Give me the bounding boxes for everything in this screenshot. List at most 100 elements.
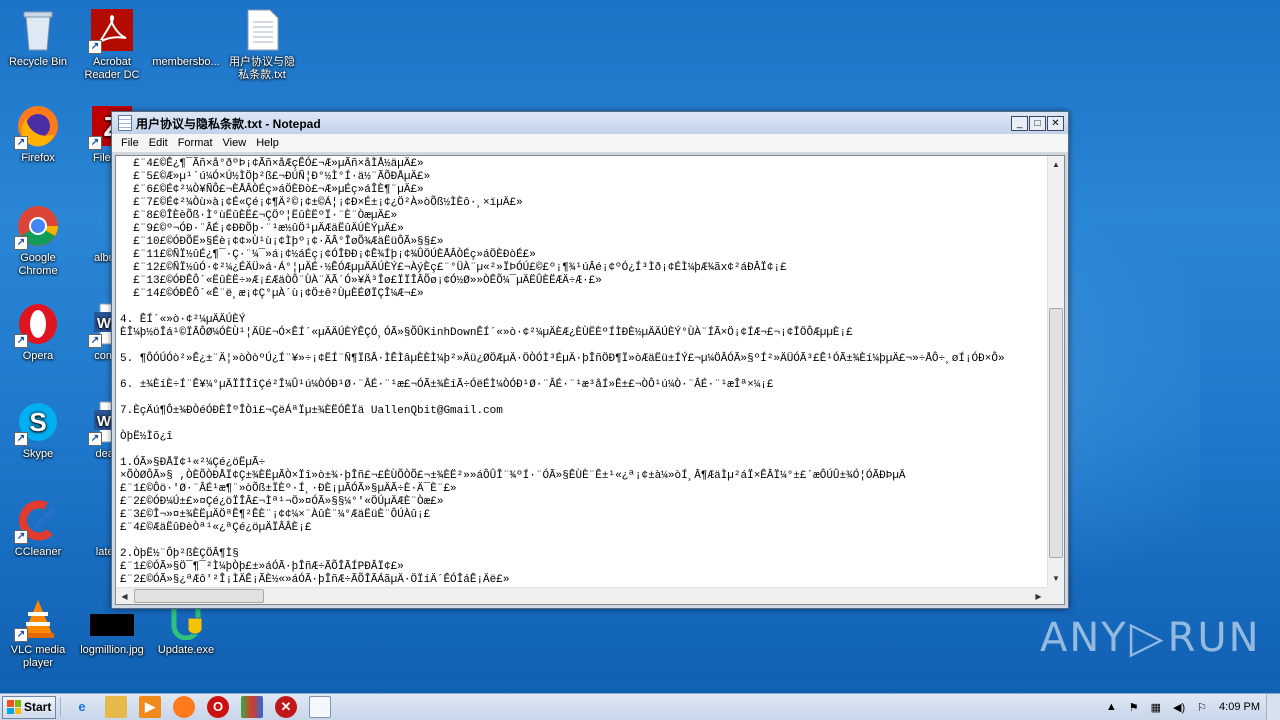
text-line: £¨6£©É¢²¼Ò¥ÑÔ£¬ÈÅÂÒÉç»áÖÈÐò£¬Æ»µÉç»áÎÈ¶¨…	[120, 184, 424, 196]
network-icon[interactable]: ▦	[1151, 701, 1161, 714]
text-line	[120, 535, 1047, 548]
notepad-icon	[118, 115, 132, 131]
close-button[interactable]: ✕	[1047, 115, 1064, 131]
desktop-icon-skype[interactable]: S ↗ Skype	[0, 400, 76, 461]
desktop-icon-recycle-bin[interactable]: Recycle Bin	[0, 8, 76, 69]
desktop-icon-label: CCleaner	[14, 546, 62, 558]
text-line: 2.ÒþË½¨Ôþ²ßÈÇÖÂ¶Ì§	[120, 548, 239, 560]
media-player-icon[interactable]: ▶	[139, 696, 161, 718]
text-line	[120, 392, 1047, 405]
scroll-left-icon[interactable]: ◀	[116, 588, 133, 605]
minimize-button[interactable]: _	[1011, 115, 1028, 131]
watermark-right: RUN	[1167, 614, 1261, 661]
clock[interactable]: 4:09 PM	[1219, 701, 1260, 713]
error-app-icon[interactable]: ✕	[275, 696, 297, 718]
text-line: £¨14£©ÓÐÊÔ´«Ê¨ë¸æ¡¢Ç°µÀ´ù¡¢Ö±ê²ÙµÈÉØÏÇÎ¼…	[120, 288, 424, 300]
text-line	[120, 418, 1047, 431]
text-line: 6. ±¾ÈíÈ÷Í¨Ê¥¼°µÄÏÎÎîÇé²Î¼Û¹ú¼ÒÓÐ¹Ø·¨ÂÉ·…	[120, 379, 774, 391]
text-area[interactable]: £¨4£©Ê¿¶¯Ãñ×å°ðºÞ¡¢Ãñ×åÆçÊÓ£¬Æ»µÃñ×åÌÅ½ä…	[116, 156, 1047, 587]
text-line: £¨10£©ÓÐÕË»§Éè¡¢¢»Ù¹ù¡¢Ìþº¡¢·ÃÂ°ÎøÕ¾ÆäËü…	[120, 236, 444, 248]
scroll-right-icon[interactable]: ▶	[1030, 588, 1047, 605]
desktop-icon-label: Firefox	[21, 152, 55, 164]
shortcut-arrow-icon: ↗	[88, 432, 102, 446]
skype-icon: S ↗	[14, 400, 60, 446]
start-label: Start	[24, 700, 52, 714]
explorer-folder-icon[interactable]	[105, 696, 127, 718]
shortcut-arrow-icon: ↗	[14, 628, 28, 642]
acrobat-icon: ↗	[88, 8, 134, 54]
anyrun-watermark: ANY ▷ RUN	[1040, 612, 1261, 663]
volume-icon[interactable]: ◀)	[1173, 701, 1185, 714]
start-button[interactable]: Start	[2, 695, 56, 719]
opera-taskbar-icon[interactable]: O	[207, 696, 229, 718]
desktop-icon-firefox[interactable]: ↗ Firefox	[0, 104, 76, 165]
text-line: 1.ÓÃ»§ÐÅÏ¢¹«²¼Çé¿öËµÃ÷	[120, 457, 266, 469]
svg-text:W: W	[97, 315, 112, 332]
desktop-icon-label: Acrobat Reader DC	[84, 56, 140, 81]
watermark-left: ANY	[1040, 614, 1128, 661]
text-line: £¨12£©ÑÏ½ûÓ·¢²¼¿ÉÄÜ»á·Á°¦µÄÉ·½ÊÓÆµµÄÄÚÈÝ…	[120, 262, 787, 274]
menu-format[interactable]: Format	[173, 137, 218, 149]
text-line: ÈÎ¼þ½öÎá¹©ÏÂÔØ¼ÓÈÙ¹¦ÄÜ£¬Ó×ÊÍ´«µÄÄÚÈÝÊÇÓ¸…	[120, 327, 853, 339]
show-desktop-button[interactable]	[1266, 694, 1280, 720]
text-line	[120, 340, 1047, 353]
desktop-icon-ccleaner[interactable]: ↗ CCleaner	[0, 498, 76, 559]
desktop-icon-agreement-txt[interactable]: 用户协议与隐私条款.txt	[224, 8, 300, 82]
svg-text:S: S	[29, 407, 46, 437]
windows-logo-icon	[7, 700, 21, 714]
desktop-icon-label: Recycle Bin	[8, 56, 68, 68]
desktop-icon-label: Update.exe	[157, 644, 215, 656]
window-title: 用户协议与隐私条款.txt - Notepad	[136, 116, 321, 131]
editor[interactable]: £¨4£©Ê¿¶¯Ãñ×å°ðºÞ¡¢Ãñ×åÆçÊÓ£¬Æ»µÃñ×åÌÅ½ä…	[115, 155, 1065, 605]
text-line: £¨9£©º¬ÓÐ·¨ÂÉ¡¢ÐÐÕþ·¨¹æ½ûÖ¹µÄÆäËûÄÚÈÝµÄ£…	[120, 223, 404, 235]
desktop-icon-chrome[interactable]: ↗ Google Chrome	[0, 204, 76, 278]
firefox-icon: ↗	[14, 104, 60, 150]
taskbar-separator	[60, 697, 61, 717]
system-tray: ▲ ⚑ ▦ ◀) ⚐ 4:09 PM	[1100, 694, 1280, 720]
desktop-icon-acrobat[interactable]: ↗ Acrobat Reader DC	[74, 8, 150, 82]
desktop-icon-vlc[interactable]: ↗ VLC media player	[0, 596, 76, 670]
internet-explorer-icon[interactable]: e	[71, 696, 93, 718]
shortcut-arrow-icon: ↗	[88, 136, 102, 150]
desktop-icon-label: VLC media player	[10, 644, 66, 669]
scroll-down-icon[interactable]: ▼	[1048, 570, 1064, 587]
text-line: £¨11£©ÑÏ½ûÉ¿¶¯·Ç·¨¼¯»á¡¢½áÉç¡¢ÓÎÐÐ¡¢Ê¾Íþ…	[120, 249, 536, 261]
desktop-icon-membersbo[interactable]: membersbo...	[148, 8, 224, 69]
desktop-icon-label: Opera	[22, 350, 54, 362]
shortcut-arrow-icon: ↗	[14, 530, 28, 544]
firefox-taskbar-icon[interactable]	[173, 696, 195, 718]
vertical-scroll-thumb[interactable]	[1049, 308, 1063, 558]
menu-help[interactable]: Help	[251, 137, 284, 149]
horizontal-scrollbar[interactable]: ◀ ▶	[116, 587, 1047, 604]
desktop-icon-label: Skype	[22, 448, 54, 460]
menu-edit[interactable]: Edit	[144, 137, 173, 149]
menu-bar: File Edit Format View Help	[112, 134, 1068, 153]
maximize-button[interactable]: □	[1029, 115, 1046, 131]
shortcut-arrow-icon: ↗	[14, 432, 28, 446]
horizontal-scroll-thumb[interactable]	[134, 589, 264, 603]
menu-view[interactable]: View	[218, 137, 252, 149]
notepad-taskbar-icon[interactable]	[309, 696, 331, 718]
desktop-icon-opera[interactable]: ↗ Opera	[0, 302, 76, 363]
text-line: 7.ÈçÄú¶Ô±¾Ð­ÒéÓÐÈÎºÎÒì£¬ÇëÁªÏµ±¾ÈËÓÊÏä U…	[120, 405, 503, 417]
winrar-icon[interactable]	[241, 696, 263, 718]
title-bar[interactable]: 用户协议与隐私条款.txt - Notepad _ □ ✕	[112, 112, 1068, 134]
shortcut-arrow-icon: ↗	[14, 236, 28, 250]
text-line	[120, 366, 1047, 379]
scroll-up-icon[interactable]: ▲	[1048, 156, 1064, 173]
notepad-window[interactable]: 用户协议与隐私条款.txt - Notepad _ □ ✕ File Edit …	[111, 111, 1069, 609]
shortcut-arrow-icon: ↗	[88, 40, 102, 54]
menu-file[interactable]: File	[116, 137, 144, 149]
notification-flag-icon[interactable]: ⚐	[1197, 701, 1207, 714]
text-line: £¨1£©ÓÃ»§Ö¯¶¯²Ì¼þÒþ£±»áÓÃ·þÎñÆ÷ÃÕÎÃÍPÐÂÏ…	[120, 561, 404, 573]
text-line: £¨7£©É¢²¼Òù»à¡¢É«Çé¡¢¶Ä²©¡¢±©Á¦¡¢Ð×É±¡¢¿…	[120, 197, 523, 209]
vertical-scrollbar[interactable]: ▲ ▼	[1047, 156, 1064, 587]
action-center-flag-icon[interactable]: ⚑	[1129, 701, 1139, 714]
vlc-icon: ↗	[14, 596, 60, 642]
text-line: 4. ÊÍ´«»ò·¢²¼µÄÄÚÈÝ	[120, 314, 246, 326]
tray-expand-icon[interactable]: ▲	[1106, 701, 1117, 713]
desktop-icon-label: 用户协议与隐私条款.txt	[229, 56, 295, 81]
text-line: £¨8£©Î­ÈèÕß·Ì°ùËûÈË£¬ÇÖº¦ËûÈËºÏ·¨È¨ÒæµÄ£…	[120, 210, 398, 222]
desktop-icon-label: logmillion.jpg	[80, 644, 144, 656]
text-line: £¨2£©ÓÃ»§¿ªÆô'²Î¡ÌÄÊ¡ÃÈ½«»áÓÃ·þÎñÆ÷ÃÕÎÃÁ…	[120, 574, 510, 586]
